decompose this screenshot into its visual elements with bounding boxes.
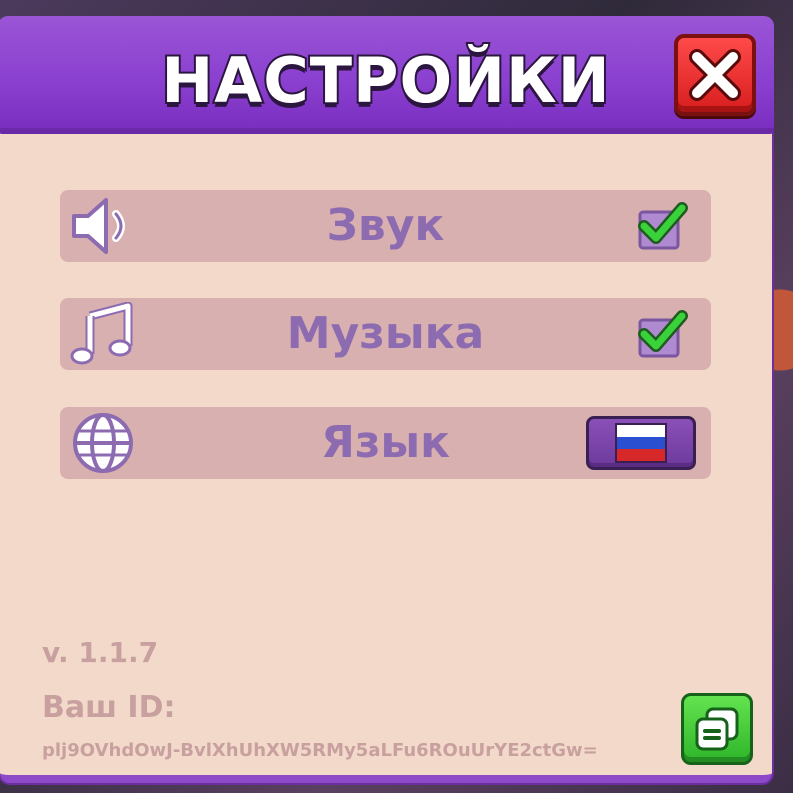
checkmark-icon	[638, 310, 688, 358]
language-button[interactable]	[586, 416, 696, 470]
music-row[interactable]: Музыка	[60, 298, 711, 370]
sound-row[interactable]: Звук	[60, 190, 711, 262]
copy-id-button[interactable]	[681, 693, 753, 765]
checkmark-icon	[638, 202, 688, 250]
dialog-title: НАСТРОЙКИ	[159, 42, 611, 119]
user-id-label: Ваш ID:	[42, 690, 176, 725]
settings-dialog: НАСТРОЙКИ Звук Музыка Язык v. 1.1.7 Ваш …	[0, 16, 774, 783]
copy-icon	[695, 707, 739, 751]
sound-label: Звук	[326, 200, 445, 251]
music-checkbox[interactable]	[636, 310, 688, 360]
dialog-header: НАСТРОЙКИ	[0, 16, 774, 134]
language-row[interactable]: Язык	[60, 407, 711, 479]
russia-flag-icon	[615, 423, 667, 463]
sound-checkbox[interactable]	[636, 202, 688, 252]
close-x-icon	[689, 49, 741, 101]
version-text: v. 1.1.7	[42, 636, 159, 669]
music-label: Музыка	[286, 308, 485, 359]
close-button[interactable]	[674, 34, 756, 116]
user-id-value: plj9OVhdOwJ-BvlXhUhXW5RMy5aLFu6ROuUrYE2c…	[42, 740, 598, 761]
